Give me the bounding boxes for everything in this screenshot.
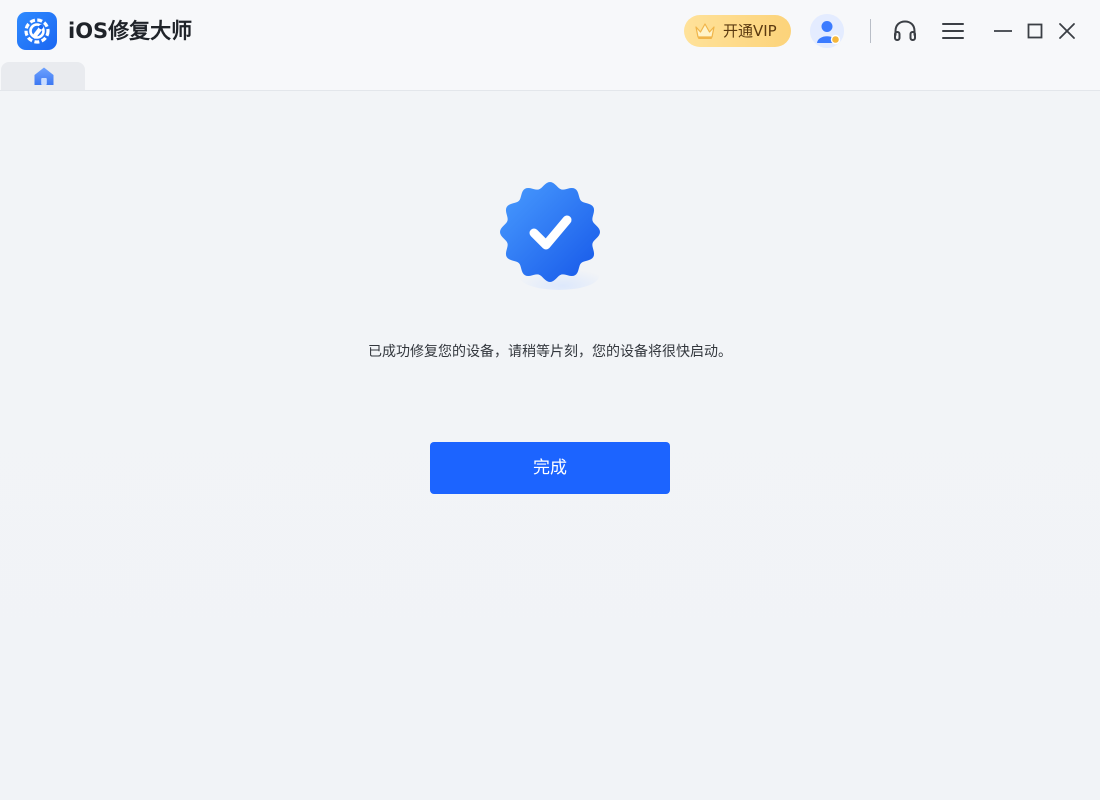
maximize-icon[interactable] bbox=[1020, 16, 1050, 46]
tab-home[interactable] bbox=[1, 62, 85, 90]
header-divider bbox=[870, 19, 871, 43]
headset-icon[interactable] bbox=[890, 16, 920, 46]
close-icon[interactable] bbox=[1052, 16, 1082, 46]
title-bar[interactable]: iOS修复大师 开通VIP bbox=[0, 0, 1100, 62]
vip-label: 开通VIP bbox=[723, 22, 777, 40]
main-content: 已成功修复您的设备，请稍等片刻，您的设备将很快启动。 完成 bbox=[0, 91, 1100, 800]
repair-success-message: 已成功修复您的设备，请稍等片刻，您的设备将很快启动。 bbox=[368, 344, 732, 360]
crown-icon bbox=[694, 22, 716, 40]
tab-bar bbox=[0, 62, 1100, 91]
app-title: iOS修复大师 bbox=[68, 19, 193, 43]
app-window: iOS修复大师 开通VIP 已成功修复您的设备，请稍等片刻，您的设备将很快启动。… bbox=[0, 0, 1100, 800]
user-avatar-icon[interactable] bbox=[810, 14, 844, 48]
vip-button[interactable]: 开通VIP bbox=[684, 15, 791, 47]
wrench-gear-icon bbox=[17, 12, 57, 50]
hamburger-menu-icon[interactable] bbox=[938, 16, 968, 46]
home-icon bbox=[34, 67, 54, 85]
verified-check-badge-icon bbox=[497, 178, 603, 290]
minimize-icon[interactable] bbox=[988, 16, 1018, 46]
done-button[interactable]: 完成 bbox=[430, 442, 670, 494]
